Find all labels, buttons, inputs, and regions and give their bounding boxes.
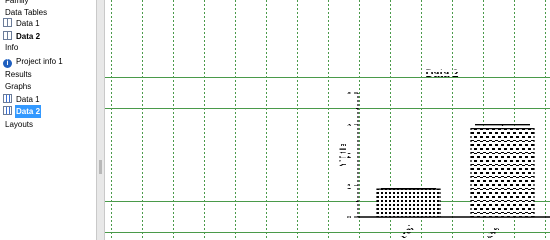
navigator-item-info[interactable]: Info — [4, 41, 19, 54]
bar-control[interactable] — [376, 188, 441, 218]
y-tick-label: 4 — [347, 91, 351, 98]
navigator-item-graphs[interactable]: Graphs — [4, 80, 32, 93]
y-tick-label: 1 — [347, 184, 351, 191]
navigator-item-project-info-1[interactable]: i Project info 1 — [3, 55, 64, 68]
navigator-item-data-2[interactable]: Data 2 — [3, 105, 42, 118]
navigator-item-label: Project info 1 — [16, 57, 63, 66]
navigator-item-label: Data 1 — [16, 19, 40, 28]
info-icon: i — [3, 59, 12, 68]
project-navigator: Family Data Tables Data 1 Data 2 Info i Projec… — [0, 0, 96, 240]
graph-icon — [3, 94, 12, 103]
y-tick-label: 0 — [347, 215, 351, 222]
navigator-item-label: Data 2 — [15, 105, 42, 118]
navigator-item-label: Info — [5, 43, 19, 52]
x-tick-label: trol — [398, 223, 415, 240]
graph-icon — [3, 106, 12, 115]
data-table-icon — [3, 31, 12, 40]
navigator-item-label: Graphs — [5, 82, 32, 91]
data-table-icon — [3, 18, 12, 27]
navigator-item-data-1[interactable]: Data 1 — [3, 17, 41, 30]
pane-splitter[interactable] — [96, 0, 105, 240]
y-tick-label: 2 — [347, 153, 351, 160]
bar-disease[interactable] — [470, 128, 535, 218]
y-tick-label: 3 — [347, 122, 351, 129]
bar-chart[interactable]: Data 2YTitle01234trol ase — [105, 0, 550, 240]
chart-title: Data 2 — [425, 68, 458, 80]
x-tick-label: ase — [484, 223, 502, 240]
navigator-item-label: Layouts — [5, 120, 34, 129]
graph-canvas[interactable]: Data 2 YTitle 0 1 2 3 4 trol ase — [105, 0, 550, 240]
splitter-grip[interactable] — [99, 160, 102, 174]
navigator-item-layouts[interactable]: Layouts — [4, 118, 34, 131]
